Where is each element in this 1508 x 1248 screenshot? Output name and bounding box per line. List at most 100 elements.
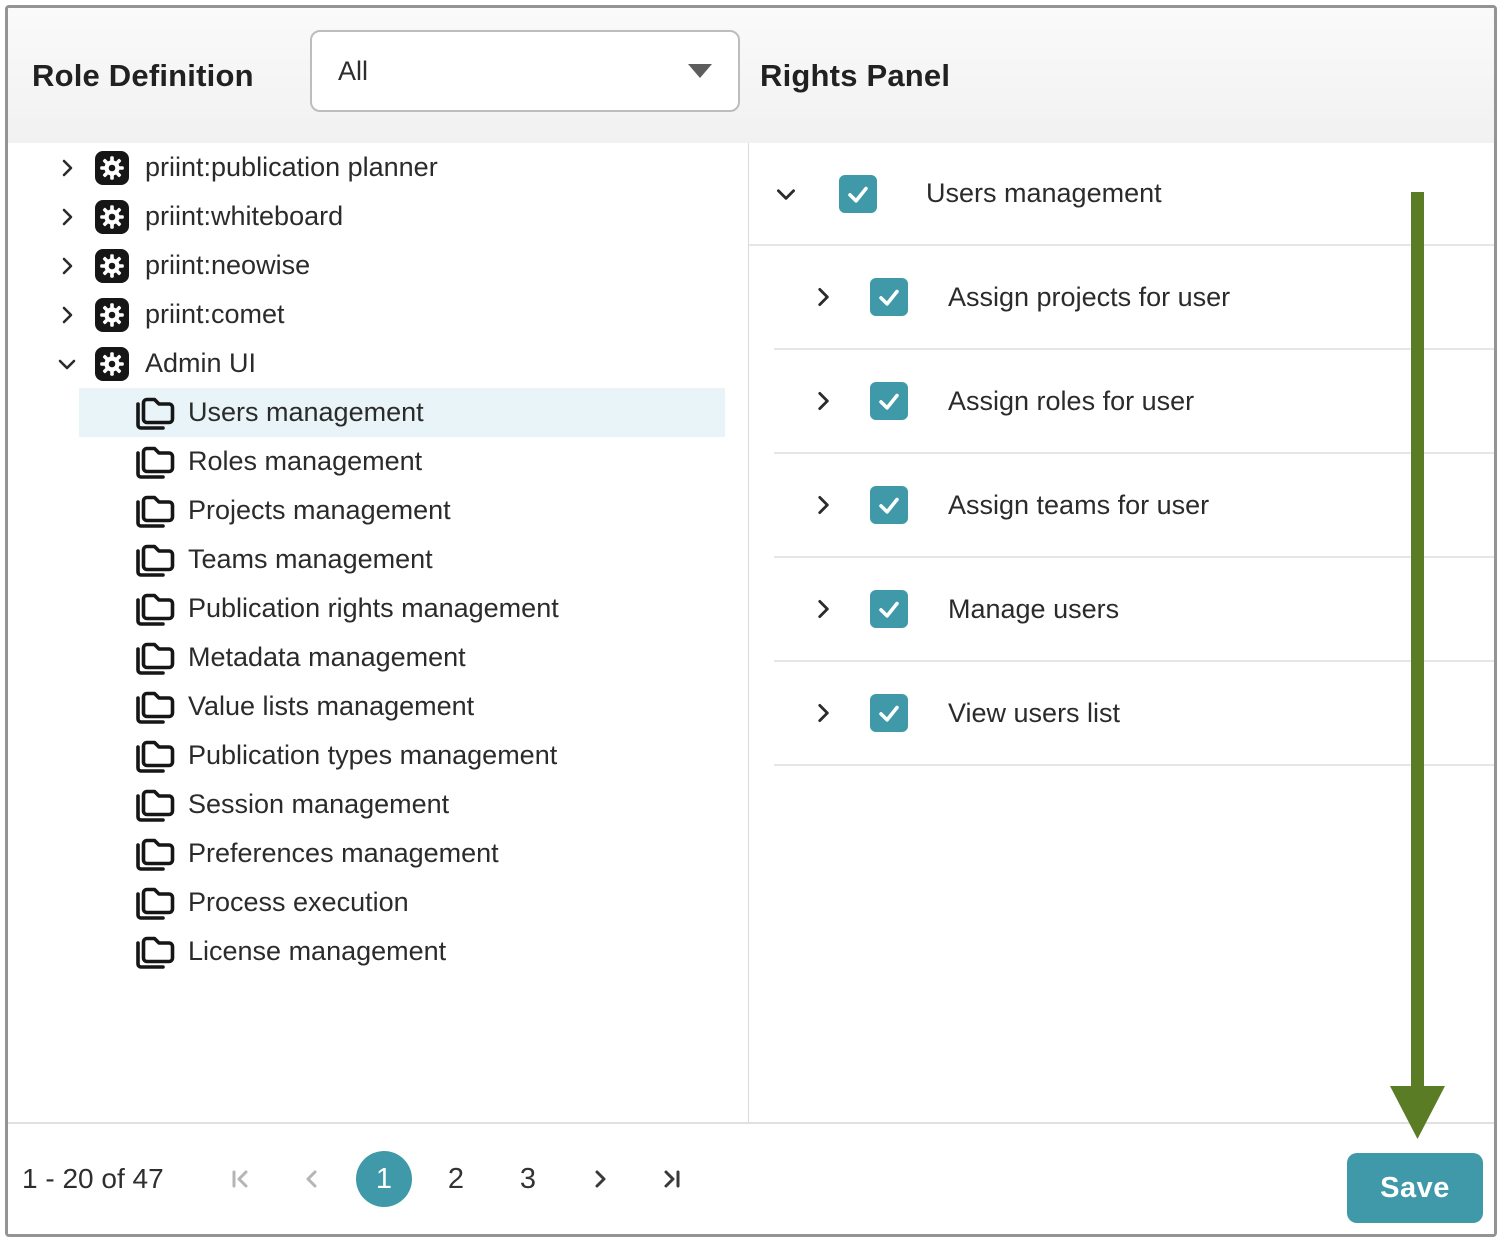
active-page-circle: 1 [356,1151,412,1207]
rights-item-label: View users list [948,698,1120,729]
rights-item-label: Users management [926,178,1162,209]
header-bar: Role Definition All Rights Panel [8,8,1494,143]
tree-item-users-management[interactable]: Users management [79,388,725,437]
folder-icon [133,835,175,873]
last-page-button[interactable] [636,1143,708,1215]
tree-item-session-management[interactable]: Session management [79,780,725,829]
folder-icon [133,884,175,922]
rights-panel: Users management Assign projects for user… [749,143,1494,766]
next-page-button[interactable] [564,1143,636,1215]
tree-item-label: Process execution [188,887,409,918]
chevron-right-icon[interactable] [810,284,836,310]
chevron-right-icon [585,1164,615,1194]
tree-item-label: priint:comet [145,299,285,330]
chevron-down-icon [688,64,712,78]
first-page-button[interactable] [204,1143,276,1215]
tree-item-label: Session management [188,789,449,820]
folder-icon [133,639,175,677]
checkmark-icon [873,697,905,729]
previous-page-button[interactable] [276,1143,348,1215]
rights-item-users-management[interactable]: Users management [749,143,1494,246]
page-2-button[interactable]: 2 [420,1143,492,1215]
tree-item-label: Publication rights management [188,593,559,624]
tree-item-priint-whiteboard[interactable]: priint:whiteboard [8,192,748,241]
chevron-right-icon[interactable] [55,254,79,278]
checkbox-checked[interactable] [870,590,908,628]
chevron-right-icon[interactable] [810,596,836,622]
tree-item-priint-neowise[interactable]: priint:neowise [8,241,748,290]
tree-item-value-lists-management[interactable]: Value lists management [79,682,725,731]
chevron-right-icon[interactable] [810,492,836,518]
chevron-down-icon[interactable] [773,181,799,207]
checkmark-icon [873,281,905,313]
gear-icon [95,151,129,185]
folder-icon [133,492,175,530]
chevron-down-icon[interactable] [55,352,79,376]
role-definition-title: Role Definition [32,8,254,143]
checkmark-icon [873,489,905,521]
checkbox-checked[interactable] [870,278,908,316]
page-1-button[interactable]: 1 [348,1143,420,1215]
tree-item-priint-publication-planner[interactable]: priint:publication planner [8,143,748,192]
chevron-right-icon[interactable] [55,156,79,180]
tree-item-label: Preferences management [188,838,499,869]
checkbox-checked[interactable] [839,175,877,213]
tree-item-label: Teams management [188,544,433,575]
first-page-icon [225,1164,255,1194]
tree-item-admin-ui[interactable]: Admin UI [8,339,748,388]
save-button[interactable]: Save [1347,1153,1483,1223]
folder-icon [133,933,175,971]
gear-icon [95,249,129,283]
gear-icon [95,200,129,234]
chevron-right-icon[interactable] [55,205,79,229]
tree-item-projects-management[interactable]: Projects management [79,486,725,535]
chevron-right-icon[interactable] [55,303,79,327]
tree-item-label: Metadata management [188,642,466,673]
checkmark-icon [842,178,874,210]
gear-icon [95,298,129,332]
tree-item-publication-rights-management[interactable]: Publication rights management [79,584,725,633]
role-definition-window: Role Definition All Rights Panel priint:… [5,5,1497,1237]
role-filter-value: All [338,56,368,87]
tree-item-label: License management [188,936,446,967]
rights-item-label: Manage users [948,594,1119,625]
checkbox-checked[interactable] [870,382,908,420]
tree-item-label: priint:publication planner [145,152,438,183]
last-page-icon [657,1164,687,1194]
role-tree-panel: priint:publication planner priint:whiteb… [8,143,748,976]
rights-item-assign-roles-for-user[interactable]: Assign roles for user [774,350,1494,454]
rights-item-assign-teams-for-user[interactable]: Assign teams for user [774,454,1494,558]
rights-item-manage-users[interactable]: Manage users [774,558,1494,662]
tree-item-label: Projects management [188,495,451,526]
folder-icon [133,737,175,775]
tree-item-process-execution[interactable]: Process execution [79,878,725,927]
tree-item-roles-management[interactable]: Roles management [79,437,725,486]
tree-item-license-management[interactable]: License management [79,927,725,976]
checkmark-icon [873,593,905,625]
rights-item-assign-projects-for-user[interactable]: Assign projects for user [774,246,1494,350]
tree-item-label: priint:whiteboard [145,201,343,232]
tree-item-teams-management[interactable]: Teams management [79,535,725,584]
tree-item-label: Admin UI [145,348,256,379]
folder-icon [133,590,175,628]
checkbox-checked[interactable] [870,486,908,524]
chevron-right-icon[interactable] [810,388,836,414]
tree-item-preferences-management[interactable]: Preferences management [79,829,725,878]
checkmark-icon [873,385,905,417]
folder-icon [133,443,175,481]
tree-item-label: priint:neowise [145,250,310,281]
page-3-button[interactable]: 3 [492,1143,564,1215]
tree-item-metadata-management[interactable]: Metadata management [79,633,725,682]
rights-item-label: Assign roles for user [948,386,1194,417]
folder-icon [133,541,175,579]
rights-item-view-users-list[interactable]: View users list [774,662,1494,766]
footer-bar: 1 - 20 of 47 123 Save [8,1122,1494,1234]
chevron-right-icon[interactable] [810,700,836,726]
folder-icon [133,688,175,726]
role-filter-dropdown[interactable]: All [310,30,740,112]
tree-item-publication-types-management[interactable]: Publication types management [79,731,725,780]
folder-icon [133,394,175,432]
tree-item-priint-comet[interactable]: priint:comet [8,290,748,339]
pagination-controls: 123 [204,1124,708,1234]
checkbox-checked[interactable] [870,694,908,732]
